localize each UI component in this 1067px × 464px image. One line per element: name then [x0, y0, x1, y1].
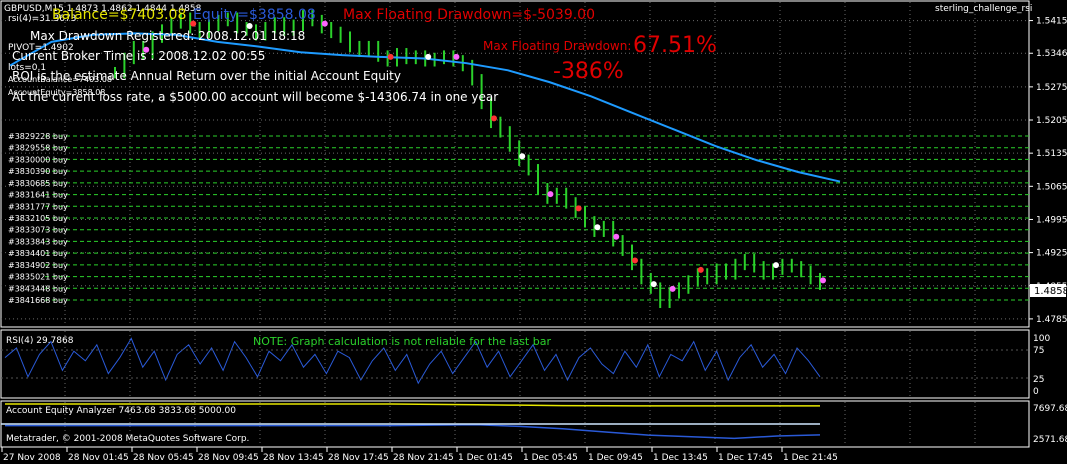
- trade-marker: [575, 205, 582, 212]
- trade-marker: [547, 191, 554, 198]
- broker-time: Current Broker Time is : 2008.12.02 00:5…: [12, 49, 265, 63]
- current-price-label: 1.4858: [1034, 286, 1067, 297]
- trade-marker: [519, 153, 526, 160]
- max-floating-dd-money: Max Floating Drawdown=$-5039.00: [343, 7, 595, 23]
- price-tick-label: 1.5346: [1036, 49, 1067, 59]
- trade-marker: [453, 53, 460, 60]
- order-label: #3834902 buy: [8, 261, 68, 270]
- order-label: #3829558 buy: [8, 144, 68, 153]
- order-labels: #3829228 buy #3829558 buy #3830000 buy #383…: [8, 132, 68, 305]
- time-axis: 27 Nov 2008 28 Nov 01:45 28 Nov 05:45 28 No…: [1, 447, 838, 463]
- price-tick-label: 1.4995: [1036, 215, 1067, 225]
- price-tick-label: 1.5205: [1036, 116, 1067, 126]
- expert-name: sterling_challenge_rsi: [935, 4, 1032, 14]
- copyright: Metatrader, © 2001-2008 MetaQuotes Softw…: [6, 434, 249, 444]
- rsi-level-0-label: 0: [1033, 387, 1039, 397]
- trade-marker: [387, 53, 394, 60]
- order-label: #3832105 buy: [8, 214, 68, 223]
- rsi-level-100-label: 100: [1033, 334, 1050, 344]
- time-tick-label: 1 Dec 17:45: [718, 453, 773, 463]
- equity-label: Equity=$3858.08: [193, 7, 316, 23]
- time-tick-label: 28 Nov 05:45: [133, 453, 194, 463]
- roi-note: ROI is the estimate Annual Return over t…: [12, 69, 401, 83]
- order-label: #3831641 buy: [8, 191, 68, 200]
- price-tick-label: 1.4785: [1036, 315, 1067, 325]
- roi-value: -386%: [553, 59, 624, 84]
- trade-marker: [321, 20, 328, 27]
- trade-marker: [632, 257, 638, 264]
- order-label: #3841668 buy: [8, 296, 68, 305]
- time-tick-label: 1 Dec 01:45: [458, 453, 513, 463]
- time-tick-label: 28 Nov 13:45: [263, 453, 324, 463]
- balance-label: Balance=$7403.08: [52, 7, 186, 23]
- trade-marker: [697, 266, 704, 273]
- order-label: #3829228 buy: [8, 132, 68, 141]
- chart-canvas[interactable]: 1.5415 1.5346 1.5275 1.5205 1.5135 1.5065 1.49…: [0, 0, 1067, 464]
- mt4-chart-window: 1.5415 1.5346 1.5275 1.5205 1.5135 1.5065 1.49…: [0, 0, 1067, 464]
- max-floating-dd-pct: 67.51%: [633, 33, 717, 58]
- rsi-level-25-label: 25: [1033, 375, 1044, 385]
- trade-marker: [425, 53, 432, 60]
- price-tick-label: 1.5065: [1036, 182, 1067, 192]
- order-label: #3830685 buy: [8, 179, 68, 188]
- order-label: #3835021 buy: [8, 273, 68, 282]
- equity-level-top: 7697.68: [1033, 404, 1067, 414]
- price-tick-label: 1.5275: [1036, 83, 1067, 93]
- price-tick-label: 1.4925: [1036, 249, 1067, 259]
- time-tick-label: 28 Nov 17:45: [328, 453, 389, 463]
- equity-level-bottom: 2571.68: [1033, 435, 1067, 445]
- time-tick-label: 1 Dec 05:45: [523, 453, 578, 463]
- trade-marker: [613, 233, 620, 240]
- max-dd-registered: Max Drawdown Registered: 2008.12.01 18:1…: [30, 29, 305, 43]
- order-label: #3834401 buy: [8, 249, 68, 258]
- trade-marker: [650, 281, 657, 288]
- price-axis: 1.5415 1.5346 1.5275 1.5205 1.5135 1.5065 1.49…: [1029, 17, 1067, 325]
- trade-marker: [669, 285, 676, 292]
- rsi-note: NOTE: Graph calculation is not reliable …: [253, 335, 551, 348]
- order-label: #3833073 buy: [8, 226, 68, 235]
- price-tick-label: 1.5135: [1036, 149, 1067, 159]
- rsi-level-75-label: 75: [1033, 346, 1044, 356]
- order-lines: [45, 135, 1029, 301]
- order-label: #3831777 buy: [8, 202, 68, 211]
- time-tick-label: 28 Nov 01:45: [68, 453, 129, 463]
- price-tick-label: 1.5415: [1036, 17, 1067, 27]
- time-tick-label: 1 Dec 21:45: [783, 453, 838, 463]
- order-label: #3830390 buy: [8, 167, 68, 176]
- rsi-pane-label: RSI(4) 29.7868: [6, 336, 74, 346]
- time-tick-label: 28 Nov 21:45: [393, 453, 454, 463]
- trade-marker: [491, 115, 497, 122]
- time-tick-label: 1 Dec 13:45: [653, 453, 708, 463]
- equity-pane-label: Account Equity Analyzer 7463.68 3833.68 …: [6, 406, 236, 416]
- time-tick-label: 1 Dec 09:45: [588, 453, 643, 463]
- time-tick-label: 28 Nov 09:45: [198, 453, 259, 463]
- loss-rate-note: At the current loss rate, a $5000.00 acc…: [12, 90, 498, 104]
- max-floating-dd-pct-label: Max Floating Drawdown:: [483, 39, 631, 53]
- trade-marker: [773, 262, 779, 269]
- trade-marker: [594, 224, 601, 231]
- order-label: #3830000 buy: [8, 155, 68, 164]
- order-label: #3843448 buy: [8, 284, 68, 293]
- time-tick-label: 27 Nov 2008: [3, 453, 61, 463]
- trade-marker: [820, 277, 826, 284]
- order-label: #3833843 buy: [8, 237, 68, 246]
